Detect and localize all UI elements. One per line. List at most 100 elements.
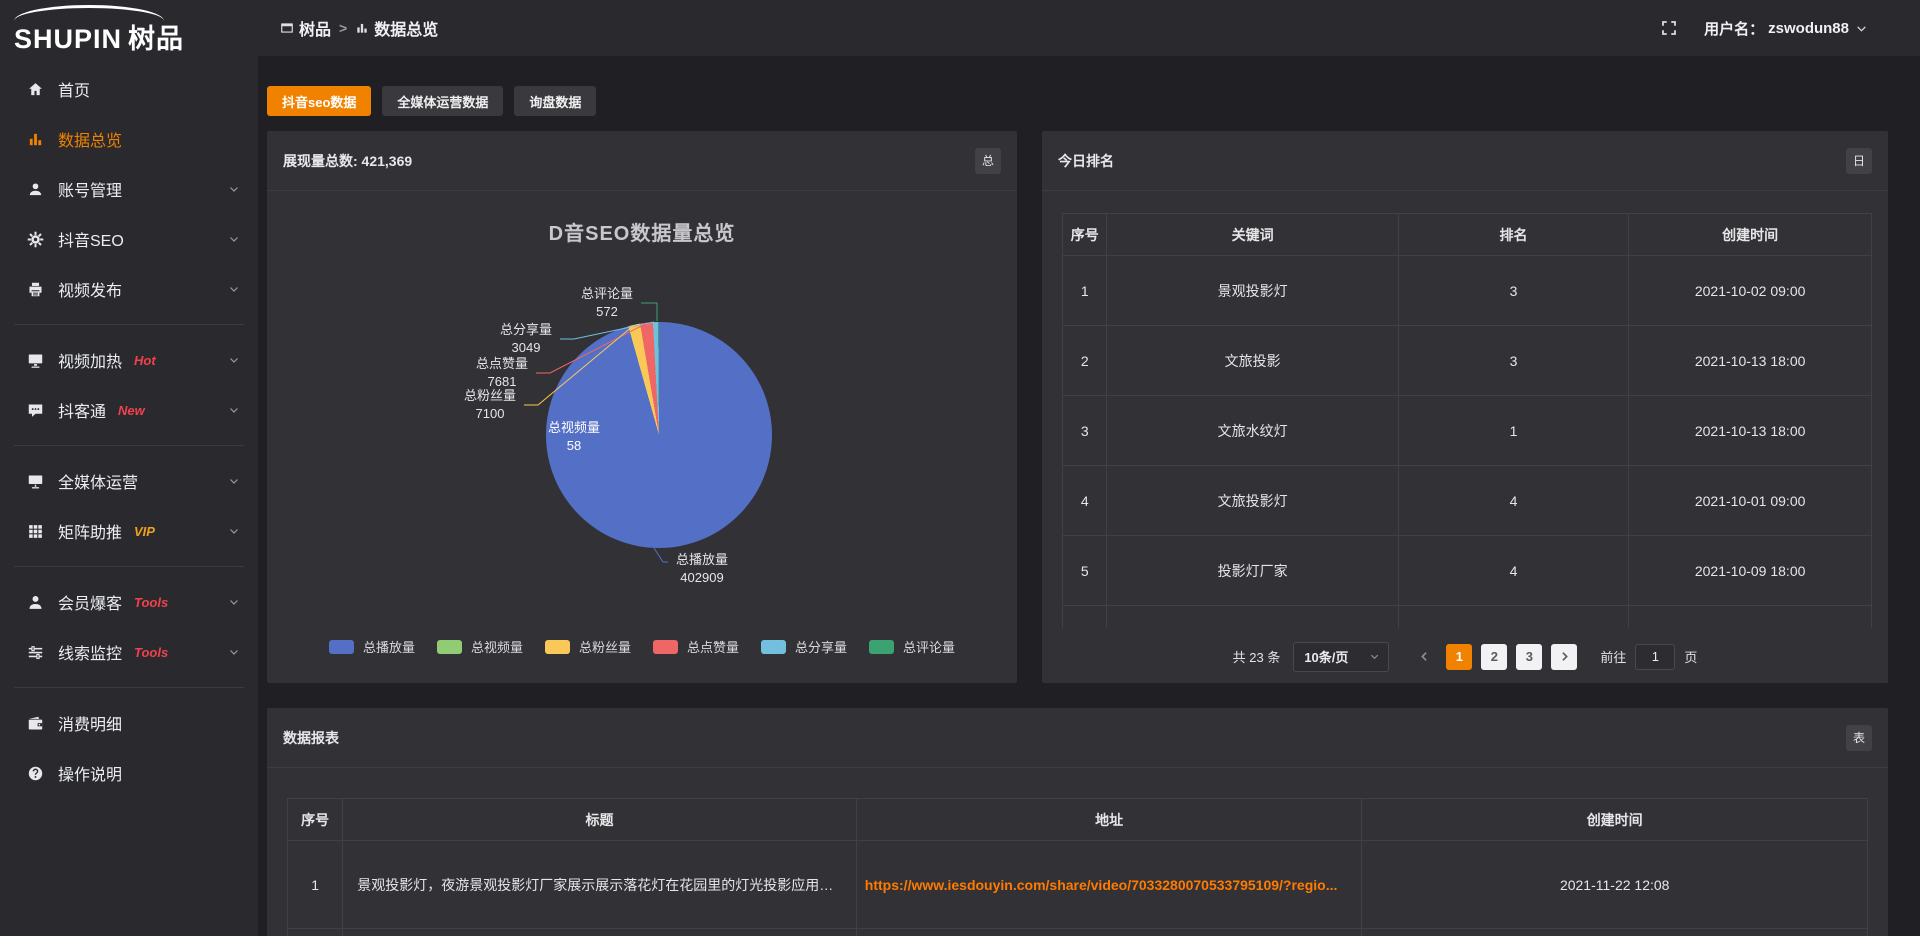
sidebar-item-video-heat[interactable]: 视频加热Hot [0,335,258,385]
overview-total-button[interactable]: 总 [975,148,1001,174]
chevron-down-icon [1855,22,1868,35]
panels-row: 展现量总数: 421,369 总 D音SEO数据量总览 总评论量 572 [267,131,1888,683]
cell-rank: 3 [1398,326,1629,396]
bar-chart-icon [26,130,44,148]
legend-item-plays[interactable]: 总播放量 [329,637,415,656]
tv-icon [26,351,44,369]
table-header-row: 序号 标题 地址 创建时间 [288,799,1868,841]
sidebar-item-label: 抖客通 [58,398,106,422]
legend-label: 总评论量 [903,637,955,656]
sidebar-item-member-baoke[interactable]: 会员爆客Tools [0,577,258,627]
username-label: 用户名： [1704,18,1764,39]
user-menu[interactable]: 用户名：zswodun88 [1704,18,1868,39]
logo-text-cn: 树品 [128,24,184,54]
page-button-2[interactable]: 2 [1481,644,1507,670]
sidebar-item-data-overview[interactable]: 数据总览 [0,114,258,164]
pie-label-name: 总视频量 [539,419,609,437]
sidebar-item-consume-detail[interactable]: 消费明细 [0,698,258,748]
col-header-rank: 排名 [1398,214,1629,256]
user-icon [26,180,44,198]
col-header-created-time: 创建时间 [1629,214,1872,256]
pie-label-total-plays: 总播放量 402909 [665,551,739,587]
cell-keyword: 投影灯厂家 [1107,536,1398,606]
cell-empty [1063,606,1107,628]
tab-inquiry-data[interactable]: 询盘数据 [514,86,596,116]
next-page-button[interactable] [1551,644,1577,670]
cell-rank: 1 [1398,396,1629,466]
sidebar-divider [14,445,244,446]
breadcrumb-current[interactable]: 数据总览 [355,16,438,40]
breadcrumb-root[interactable]: 树品 [280,16,331,40]
cell-created-time: 2021-10-13 18:00 [1629,326,1872,396]
sidebar-item-account-manage[interactable]: 账号管理 [0,164,258,214]
cell-keyword: 文旅投影灯 [1107,466,1398,536]
legend-item-videos[interactable]: 总视频量 [437,637,523,656]
sidebar-divider [14,687,244,688]
cell-rank: 3 [1398,256,1629,326]
tab-media-operation-data[interactable]: 全媒体运营数据 [382,86,503,116]
overview-panel-header: 展现量总数: 421,369 总 [267,131,1017,191]
ranking-day-button[interactable]: 日 [1846,148,1872,174]
sidebar-item-badge: Hot [134,353,156,368]
page-button-1[interactable]: 1 [1446,644,1472,670]
pie-label-value: 572 [572,303,642,321]
legend-label: 总视频量 [471,637,523,656]
page-button-3[interactable]: 3 [1516,644,1542,670]
sidebar-item-matrix-boost[interactable]: 矩阵助推VIP [0,506,258,556]
sidebar-item-label: 抖音SEO [58,227,124,251]
topbar-right: 用户名：zswodun88 [1660,18,1920,39]
page-size-select[interactable]: 10条/页 [1293,642,1389,672]
legend-swatch [653,640,678,654]
page-buttons: 123 [1446,644,1542,670]
table-row: 1景观投影灯，夜游景观投影灯厂家展示展示落花灯在花园里的灯光投影应用效果 #ht… [288,841,1868,929]
data-report-panel: 数据报表 表 序号 标题 地址 创建时间 1景观投影灯，夜游景观投影灯厂家展示展… [267,708,1888,936]
home-icon [26,80,44,98]
bar-chart-icon [355,21,369,35]
legend-item-shares[interactable]: 总分享量 [761,637,847,656]
legend-label: 总分享量 [795,637,847,656]
cell-index: 4 [1063,466,1107,536]
sidebar-item-douyin-seo[interactable]: 抖音SEO [0,214,258,264]
cell-created-time: 2021-11-22 12:08 [1362,841,1868,929]
pie-label-name: 总点赞量 [467,355,537,373]
chevron-down-icon [228,404,240,416]
sidebar-item-label: 全媒体运营 [58,469,138,493]
sidebar-item-clue-monitor[interactable]: 线索监控Tools [0,627,258,677]
sidebar-item-label: 线索监控 [58,640,122,664]
sidebar-item-label: 数据总览 [58,127,122,151]
tabs-bar: 抖音seo数据全媒体运营数据询盘数据 [267,86,1888,116]
legend-item-likes[interactable]: 总点赞量 [653,637,739,656]
sidebar-item-operation-guide[interactable]: 操作说明 [0,748,258,798]
legend-item-comments[interactable]: 总评论量 [869,637,955,656]
col-header-keyword: 关键词 [1107,214,1398,256]
cell-created-time: 2021-10-01 09:00 [1629,466,1872,536]
video-link[interactable]: https://www.iesdouyin.com/share/video/70… [865,877,1338,893]
ranking-panel-title: 今日排名 [1058,151,1114,171]
cell-url: https://www.iesdouyin.com/share/video/70… [856,841,1362,929]
cell-created-time: 2021-10-09 18:00 [1629,536,1872,606]
legend-item-fans[interactable]: 总粉丝量 [545,637,631,656]
pie-label-name: 总评论量 [572,285,642,303]
goto-page-input[interactable] [1635,644,1675,670]
fullscreen-icon[interactable] [1660,19,1678,37]
sidebar-item-home[interactable]: 首页 [0,64,258,114]
cell-keyword: 文旅投影 [1107,326,1398,396]
topbar: SHUPIN树品 树品 > 数据总览 用户名：zswodun88 [0,0,1920,56]
sidebar-item-doukotong[interactable]: 抖客通New [0,385,258,435]
sidebar-item-label: 视频发布 [58,277,122,301]
cell-index: 2 [1063,326,1107,396]
cell-rank: 4 [1398,536,1629,606]
sidebar-item-video-publish[interactable]: 视频发布 [0,264,258,314]
chevron-down-icon [228,475,240,487]
legend-swatch [437,640,462,654]
sidebar-item-media-operation[interactable]: 全媒体运营 [0,456,258,506]
prev-page-button[interactable] [1412,650,1437,663]
report-table: 序号 标题 地址 创建时间 1景观投影灯，夜游景观投影灯厂家展示展示落花灯在花园… [287,798,1868,936]
tab-douyin-seo-data[interactable]: 抖音seo数据 [267,86,371,116]
app-logo[interactable]: SHUPIN树品 [0,0,258,56]
monitor-icon [26,472,44,490]
sidebar-item-label: 账号管理 [58,177,122,201]
table-row-partial [1063,606,1872,628]
page-size-value: 10条/页 [1304,647,1348,666]
report-table-button[interactable]: 表 [1846,725,1872,751]
